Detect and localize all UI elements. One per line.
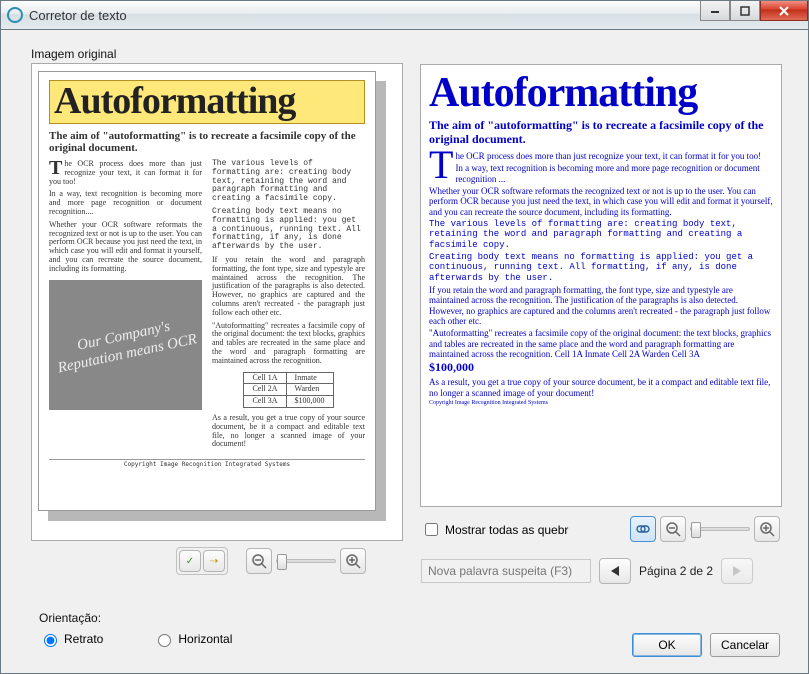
page-indicator: Página 2 de 2 bbox=[639, 564, 713, 578]
orig-p6: As a result, you get a true copy of your… bbox=[212, 414, 365, 449]
table-cell: $100,000 bbox=[286, 396, 333, 408]
mark-link-icon[interactable]: ⇢ bbox=[203, 550, 225, 572]
original-image-label: Imagem original bbox=[31, 47, 116, 61]
orig-mono1: The various levels of formatting are: cr… bbox=[212, 160, 365, 204]
portrait-radio[interactable] bbox=[44, 634, 57, 647]
table-cell: Inmate bbox=[286, 372, 333, 384]
maximize-button[interactable] bbox=[730, 1, 760, 21]
dialog-buttons: OK Cancelar bbox=[632, 633, 780, 657]
res-price: $100,000 bbox=[429, 361, 773, 375]
table-cell: Warden bbox=[286, 384, 333, 396]
titlebar: Corretor de texto bbox=[0, 0, 809, 30]
table-cell: Cell 1A bbox=[244, 372, 286, 384]
orig-embedded-image: Our Company's Reputation means OCR bbox=[49, 280, 202, 410]
orientation-group: Orientação: Retrato Horizontal bbox=[39, 611, 232, 647]
zoom-slider-thumb[interactable] bbox=[277, 554, 287, 570]
res-p2: In a way, text recognition is becoming m… bbox=[429, 163, 773, 184]
result-preview[interactable]: Autoformatting The aim of "autoformattin… bbox=[420, 64, 782, 507]
landscape-label: Horizontal bbox=[178, 632, 232, 646]
landscape-option[interactable]: Horizontal bbox=[153, 631, 232, 647]
original-page: Autoformatting The aim of "autoformattin… bbox=[38, 71, 376, 511]
window-title: Corretor de texto bbox=[29, 8, 127, 23]
close-button[interactable] bbox=[760, 1, 808, 21]
next-page-button[interactable] bbox=[721, 558, 753, 584]
minimize-button[interactable] bbox=[700, 1, 730, 21]
image-toolbar: ✓ ⇢ bbox=[176, 547, 366, 575]
orig-p5: "Autoformatting" recreates a facsimile c… bbox=[212, 322, 365, 366]
dialog-body: Imagem original Autoformatting The aim o… bbox=[0, 30, 809, 674]
res-p1: he OCR process does more than just recog… bbox=[455, 151, 761, 161]
orig-p2: In a way, text recognition is becoming m… bbox=[49, 190, 202, 216]
res-p4: If you retain the word and paragraph for… bbox=[429, 285, 773, 326]
res-mono2: Creating body text means no formatting i… bbox=[429, 252, 773, 283]
table-cell: Cell 2A bbox=[244, 384, 286, 396]
cancel-button[interactable]: Cancelar bbox=[710, 633, 780, 657]
orig-mono2: Creating body text means no formatting i… bbox=[212, 208, 365, 252]
landscape-radio[interactable] bbox=[158, 634, 171, 647]
ok-button[interactable]: OK bbox=[632, 633, 702, 657]
portrait-label: Retrato bbox=[64, 632, 103, 646]
result-zoom-slider[interactable] bbox=[690, 527, 750, 531]
res-heading: Autoformatting bbox=[429, 69, 773, 117]
res-mono1: The various levels of formatting are: cr… bbox=[429, 219, 773, 250]
orig-heading: Autoformatting bbox=[49, 80, 365, 124]
orig-p1: he OCR process does more than just recog… bbox=[49, 159, 202, 186]
orig-p3: Whether your OCR software reformats the … bbox=[49, 221, 202, 274]
orig-p4: If you retain the word and paragraph for… bbox=[212, 256, 365, 318]
result-zoom-in-button[interactable] bbox=[754, 516, 780, 542]
suspect-word-input[interactable] bbox=[421, 559, 591, 583]
portrait-option[interactable]: Retrato bbox=[39, 631, 103, 647]
result-zoom-out-button[interactable] bbox=[660, 516, 686, 542]
result-zoom-slider-thumb[interactable] bbox=[691, 522, 701, 538]
zoom-out-button[interactable] bbox=[246, 548, 272, 574]
app-icon bbox=[7, 7, 23, 23]
show-breaks-label: Mostrar todas as quebr bbox=[445, 523, 568, 537]
orientation-label: Orientação: bbox=[39, 611, 232, 625]
res-subheading: The aim of "autoformatting" is to recrea… bbox=[429, 119, 773, 147]
window-buttons bbox=[700, 1, 808, 21]
suspect-row: Página 2 de 2 bbox=[421, 558, 753, 584]
res-p6: As a result, you get a true copy of your… bbox=[429, 377, 773, 398]
original-preview[interactable]: Autoformatting The aim of "autoformattin… bbox=[31, 63, 403, 541]
orig-image-caption: Our Company's Reputation means OCR bbox=[47, 311, 204, 378]
mark-correct-icon[interactable]: ✓ bbox=[179, 550, 201, 572]
table-cell: Cell 3A bbox=[244, 396, 286, 408]
prev-page-button[interactable] bbox=[599, 558, 631, 584]
show-breaks-checkbox[interactable] bbox=[425, 523, 438, 536]
orig-table: Cell 1AInmate Cell 2AWarden Cell 3A$100,… bbox=[243, 372, 333, 408]
res-p3: Whether your OCR software reformats the … bbox=[429, 186, 773, 217]
zoom-slider[interactable] bbox=[276, 559, 336, 563]
zoom-in-button[interactable] bbox=[340, 548, 366, 574]
show-breaks-row: Mostrar todas as quebr bbox=[421, 520, 568, 539]
result-toolbar bbox=[630, 516, 780, 542]
res-footer: Copyright Image Recognition Integrated S… bbox=[429, 400, 773, 407]
orig-subheading: The aim of "autoformatting" is to recrea… bbox=[49, 130, 365, 154]
link-panes-button[interactable] bbox=[630, 516, 656, 542]
res-p5b: Cell 1A Inmate Cell 2A Warden Cell 3A bbox=[555, 349, 700, 359]
orig-footer: Copyright Image Recognition Integrated S… bbox=[49, 459, 365, 469]
